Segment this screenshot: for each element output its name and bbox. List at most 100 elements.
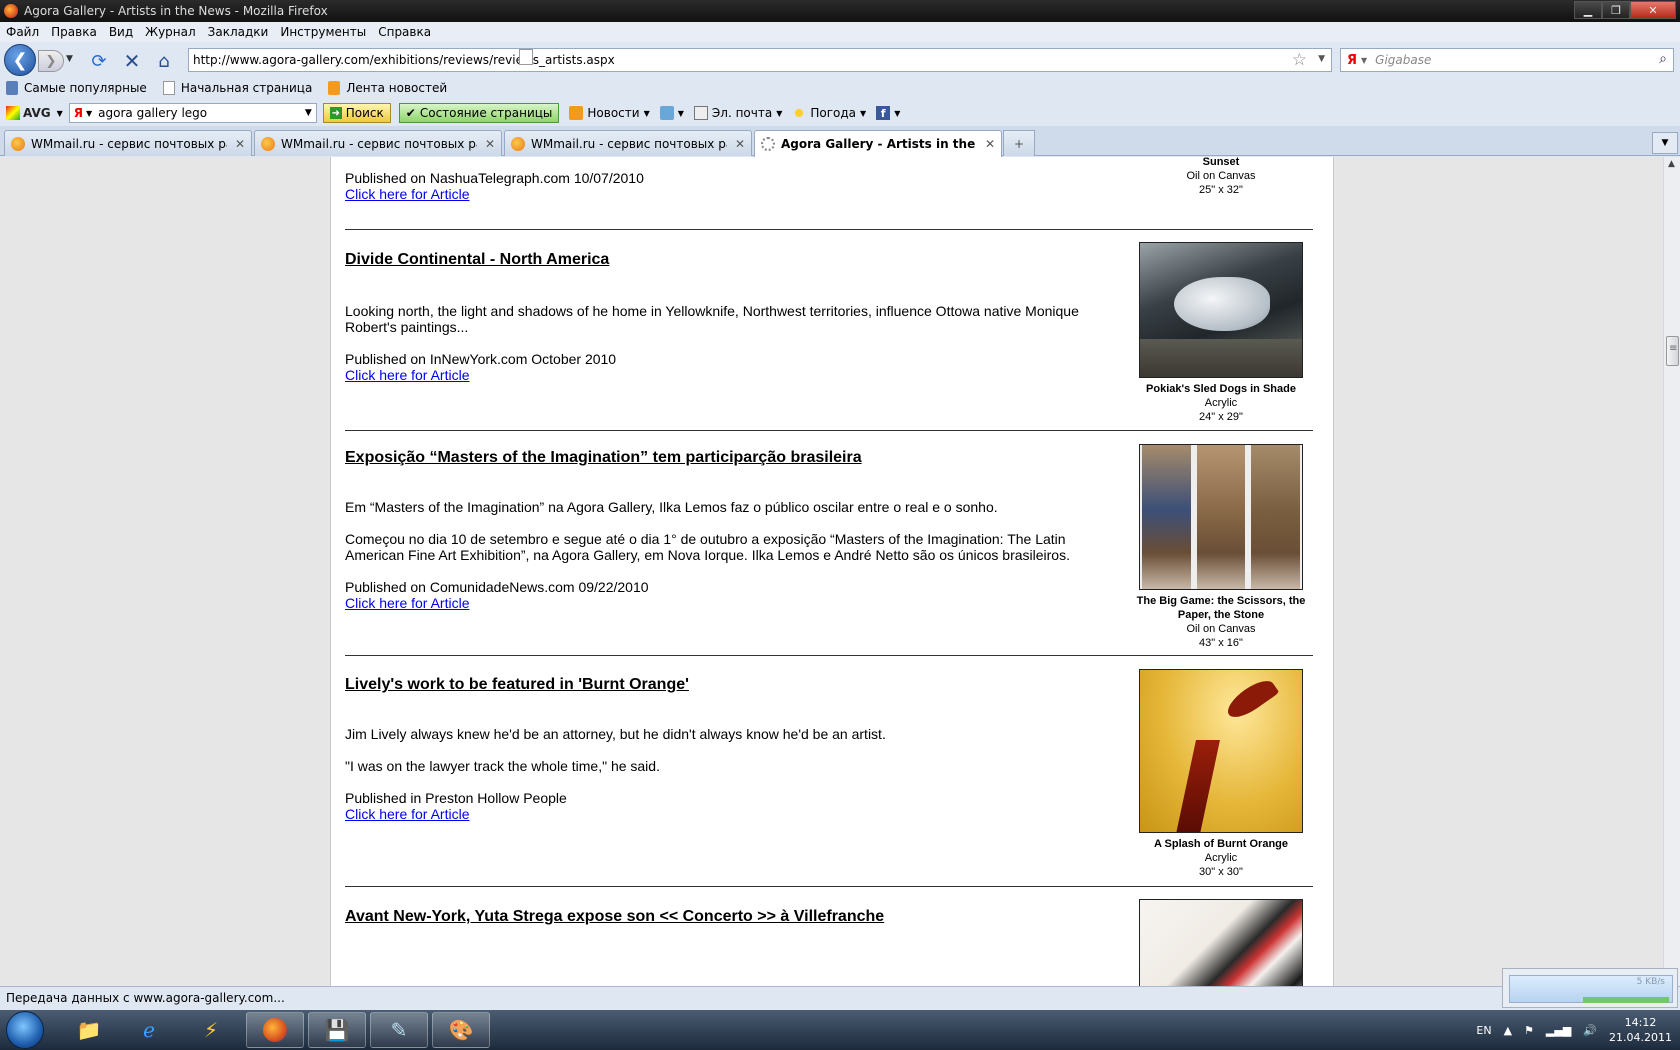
- taskbar-save-app[interactable]: 💾: [308, 1012, 366, 1048]
- history-dropdown-icon[interactable]: ▼: [66, 54, 73, 64]
- taskbar-winamp[interactable]: ⚡: [182, 1012, 240, 1048]
- painting-image[interactable]: [1139, 669, 1303, 833]
- taskbar-ie[interactable]: ℯ: [120, 1012, 178, 1048]
- scroll-up-icon[interactable]: ▲: [1668, 159, 1675, 169]
- engine-dropdown-icon[interactable]: ▼: [86, 109, 92, 118]
- article-paragraph: Em “Masters of the Imagination” na Agora…: [345, 499, 998, 515]
- menu-edit[interactable]: Правка: [51, 25, 97, 39]
- url-text[interactable]: http://www.agora-gallery.com/exhibitions…: [193, 53, 615, 67]
- toolbar-search-button[interactable]: ➜ Поиск: [322, 103, 391, 123]
- facebook-icon: f: [876, 106, 891, 120]
- network-icon[interactable]: ▂▄▆: [1546, 1024, 1571, 1037]
- engine-dropdown-icon[interactable]: ▼: [1361, 56, 1367, 65]
- artwork-medium: Acrylic: [1204, 852, 1238, 864]
- loading-icon: [761, 137, 775, 151]
- news-button[interactable]: Новости ▼: [569, 106, 650, 120]
- menu-file[interactable]: Файл: [6, 25, 39, 39]
- menu-view[interactable]: Вид: [109, 25, 133, 39]
- status-text: Передача данных с www.agora-gallery.com.…: [6, 991, 285, 1005]
- forward-button[interactable]: ❯: [38, 50, 64, 72]
- tab-close-icon[interactable]: ✕: [485, 137, 495, 151]
- article-link[interactable]: Click here for Article: [345, 806, 469, 822]
- window-controls: ▁ ❐ ✕: [1574, 1, 1676, 19]
- mail-button[interactable]: Эл. почта ▼: [693, 106, 782, 120]
- article-headline[interactable]: Lively's work to be featured in 'Burnt O…: [345, 676, 689, 694]
- page-status-button[interactable]: ✔ Состояние страницы: [398, 103, 560, 123]
- scrollbar-thumb[interactable]: [1666, 336, 1679, 366]
- article-link[interactable]: Click here for Article: [345, 367, 469, 383]
- address-bar[interactable]: http://www.agora-gallery.com/exhibitions…: [188, 48, 1332, 72]
- menu-bookmarks[interactable]: Закладки: [208, 25, 269, 39]
- bookmark-most-visited[interactable]: Самые популярные: [6, 81, 147, 95]
- dropdown-icon: ▼: [860, 108, 867, 118]
- bookmark-home-page[interactable]: Начальная страница: [162, 81, 312, 95]
- system-clock[interactable]: 14:12 21.04.2011: [1609, 1015, 1672, 1045]
- article-headline[interactable]: Exposição “Masters of the Imagination” t…: [345, 449, 862, 467]
- toolbar-search-value[interactable]: agora gallery lego: [98, 106, 207, 120]
- check-icon: ✔: [405, 106, 416, 120]
- painting-image[interactable]: [1139, 242, 1303, 378]
- back-button[interactable]: ❮: [4, 44, 36, 76]
- yandex-icon[interactable]: Я: [1347, 53, 1357, 68]
- taskbar-firefox[interactable]: [246, 1012, 304, 1048]
- tab-close-icon[interactable]: ✕: [985, 137, 995, 151]
- painting-image[interactable]: [1139, 899, 1303, 986]
- home-button[interactable]: ⌂: [153, 50, 175, 72]
- toolbar-search-input[interactable]: Я ▼ agora gallery lego ▼: [68, 103, 317, 123]
- maximize-button[interactable]: ❐: [1602, 1, 1630, 19]
- menu-help[interactable]: Справка: [378, 25, 431, 39]
- facebook-button[interactable]: f ▼: [876, 106, 900, 120]
- taskbar-explorer[interactable]: 📁: [60, 1012, 118, 1048]
- refresh-icon: [659, 106, 674, 120]
- menu-history[interactable]: Журнал: [145, 25, 196, 39]
- tab-close-icon[interactable]: ✕: [735, 137, 745, 151]
- tab-wmmail-1[interactable]: WMmail.ru - сервис почтовых рас... ✕: [4, 130, 252, 156]
- avg-logo[interactable]: AVG: [6, 106, 51, 120]
- tab-wmmail-3[interactable]: WMmail.ru - сервис почтовых рас... ✕: [504, 130, 752, 156]
- taskbar-notepad[interactable]: ✎: [370, 1012, 428, 1048]
- system-tray: EN ▲ ⚑ ▂▄▆ 🔊 14:12 21.04.2011: [1476, 1010, 1672, 1050]
- taskbar-paint[interactable]: 🎨: [432, 1012, 490, 1048]
- tab-wmmail-2[interactable]: WMmail.ru - сервис почтовых рас... ✕: [254, 130, 502, 156]
- close-button[interactable]: ✕: [1630, 1, 1676, 19]
- tab-close-icon[interactable]: ✕: [235, 137, 245, 151]
- stop-button[interactable]: ✕: [121, 49, 143, 73]
- rss-icon: [569, 106, 584, 120]
- flag-icon[interactable]: ⚑: [1524, 1024, 1534, 1037]
- windows-taskbar: 📁 ℯ ⚡ 💾 ✎ 🎨 EN ▲ ⚑ ▂▄▆ 🔊 14:12 21.04.201…: [0, 1010, 1680, 1050]
- language-indicator[interactable]: EN: [1476, 1024, 1491, 1037]
- search-input[interactable]: Gigabase: [1375, 53, 1431, 67]
- ground-shape: [1140, 339, 1302, 377]
- article-link[interactable]: Click here for Article: [345, 595, 469, 611]
- article-headline[interactable]: Avant New-York, Yuta Strega expose son <…: [345, 908, 884, 926]
- article-paragraph: "I was on the lawyer track the whole tim…: [345, 758, 660, 774]
- article-headline[interactable]: Divide Continental - North America: [345, 251, 609, 269]
- history-dropdown-icon[interactable]: ▼: [305, 108, 312, 118]
- reload-button[interactable]: ⟳: [88, 50, 110, 72]
- start-button[interactable]: [6, 1011, 44, 1049]
- star-icon[interactable]: ☆: [1292, 50, 1307, 70]
- divider: [345, 655, 1313, 656]
- show-hidden-icons-icon[interactable]: ▲: [1504, 1024, 1512, 1037]
- favicon-icon: [261, 136, 275, 151]
- new-tab-button[interactable]: +: [1003, 130, 1035, 156]
- chevron-down-icon: ▼: [1661, 138, 1669, 148]
- weather-button[interactable]: Погода ▼: [792, 106, 866, 120]
- tab-list-button[interactable]: ▼: [1652, 132, 1678, 154]
- search-icon[interactable]: ⌕: [1659, 51, 1667, 67]
- minimize-button[interactable]: ▁: [1574, 1, 1602, 19]
- avg-dropdown-icon[interactable]: ▼: [57, 109, 63, 118]
- url-dropdown-icon[interactable]: ▼: [1318, 54, 1325, 64]
- article-link[interactable]: Click here for Article: [345, 186, 469, 202]
- search-bar[interactable]: Я ▼ Gigabase ⌕: [1340, 48, 1674, 72]
- volume-icon[interactable]: 🔊: [1583, 1024, 1597, 1037]
- tab-agora-gallery[interactable]: Agora Gallery - Artists in the News ✕: [754, 130, 1002, 157]
- recycle-button[interactable]: ▼: [659, 106, 684, 120]
- vertical-scrollbar[interactable]: ▲: [1663, 157, 1680, 986]
- menu-tools[interactable]: Инструменты: [280, 25, 366, 39]
- article-page: Published on NashuaTelegraph.com 10/07/2…: [330, 157, 1334, 986]
- bookmark-news-feed[interactable]: Лента новостей: [328, 81, 447, 95]
- favicon-icon: [11, 136, 25, 151]
- painting-image[interactable]: [1139, 444, 1303, 590]
- divider: [345, 430, 1313, 431]
